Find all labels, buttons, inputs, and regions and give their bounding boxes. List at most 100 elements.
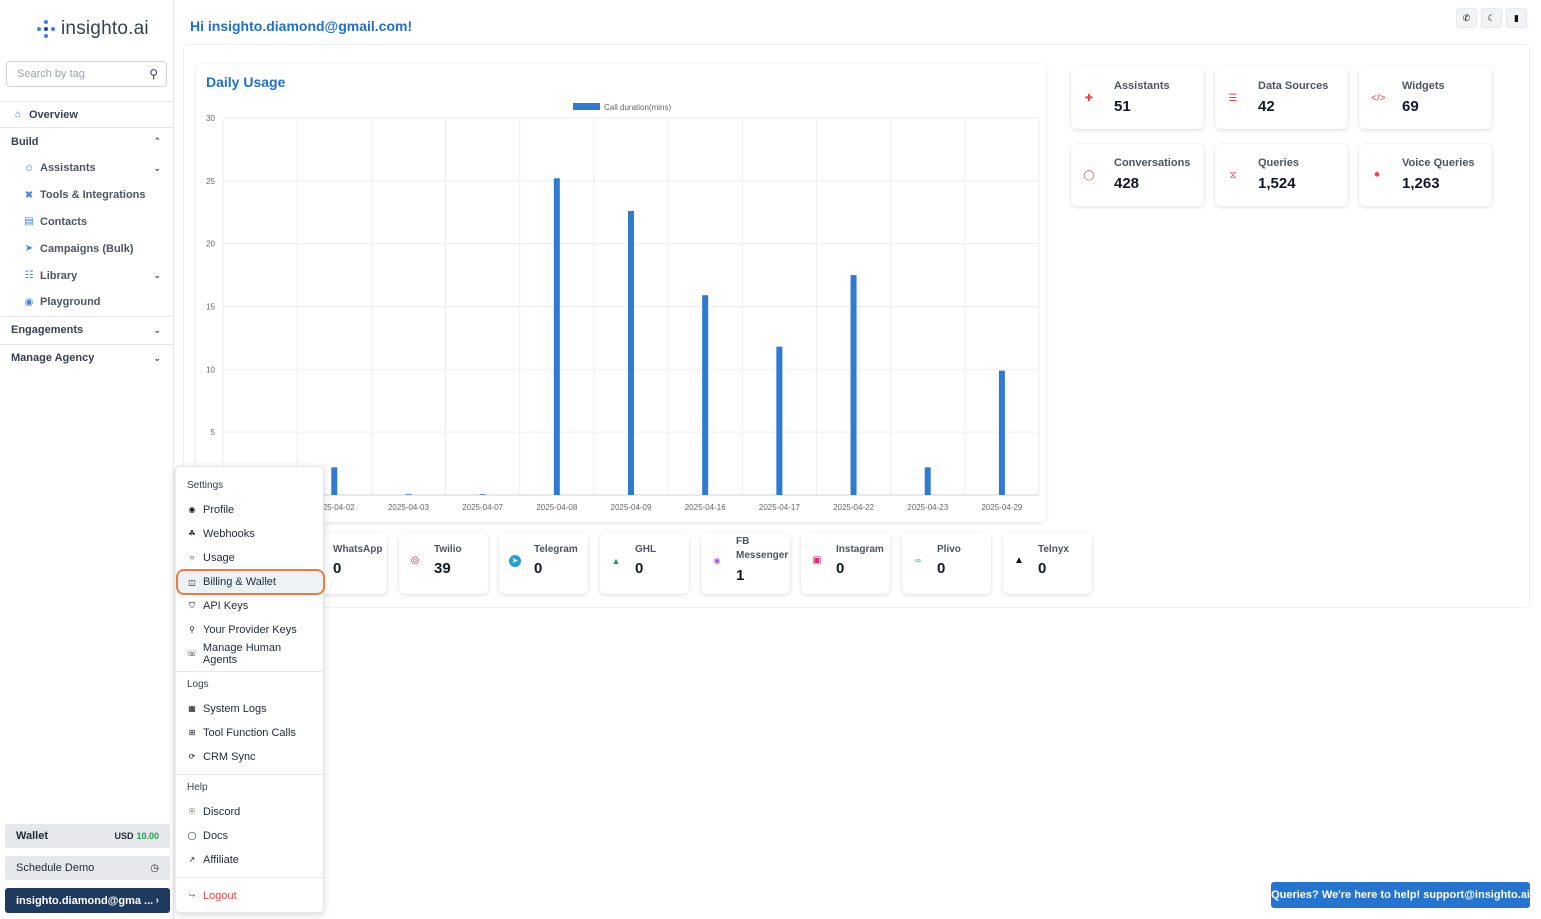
stat-label: Queries — [1258, 157, 1299, 169]
messenger-icon: ◉ — [713, 556, 721, 565]
function-icon: ⊞ — [188, 728, 196, 737]
sidebar-item-library[interactable]: ☷ Library ⌄ — [0, 262, 173, 289]
ghl-icon: ▲ — [611, 556, 621, 566]
clock-icon: ◷ — [150, 862, 159, 874]
y-tick-label: 20 — [206, 240, 215, 249]
menu-item-human-agents[interactable]: ☏ Manage Human Agents — [183, 641, 317, 666]
stat-label: Voice Queries — [1402, 157, 1475, 169]
support-help-button[interactable]: Queries? We're here to help! support@ins… — [1271, 882, 1530, 908]
bar — [331, 467, 338, 495]
sidebar-item-campaigns[interactable]: ➤ Campaigns (Bulk) — [0, 235, 173, 262]
microphone-icon: ⚫ — [1372, 170, 1382, 181]
wallet-label: Wallet — [16, 830, 48, 842]
menu-item-label: CRM Sync — [203, 750, 256, 763]
menu-item-label: Discord — [203, 805, 241, 818]
logo[interactable]: insighto.ai — [37, 18, 149, 40]
menu-item-profile[interactable]: ◉ Profile — [183, 499, 317, 520]
channel-card-plivo[interactable]: ∞ Plivo 0 — [902, 533, 991, 594]
channel-card-instagram[interactable]: ▣ Instagram 0 — [801, 533, 890, 594]
sidebar-item-contacts[interactable]: ▤ Contacts — [0, 209, 173, 236]
moon-icon[interactable]: ☾ — [1481, 8, 1502, 28]
bar — [702, 295, 709, 495]
channel-card-telegram[interactable]: ➤ Telegram 0 — [499, 533, 588, 594]
menu-item-usage[interactable]: ○ Usage — [183, 547, 317, 568]
menu-item-label: API Keys — [203, 599, 249, 612]
menu-item-label: Manage Human Agents — [202, 641, 282, 666]
sidebar-item-tools[interactable]: ✖ Tools & Integrations — [0, 182, 173, 209]
menu-item-logout[interactable]: ↪ Logout — [183, 885, 317, 906]
menu-item-affiliate[interactable]: ↗ Affiliate — [183, 849, 317, 870]
menu-item-discord[interactable]: ☉ Discord — [183, 801, 317, 822]
chevron-down-icon: ⌄ — [153, 162, 161, 173]
key-icon: ⛉ — [189, 600, 195, 610]
channel-card-twilio[interactable]: ◎ Twilio 39 — [399, 533, 488, 594]
sidebar-section-label: Manage Agency — [11, 352, 95, 365]
menu-item-webhooks[interactable]: ☘ Webhooks — [183, 523, 317, 544]
channel-card-telnyx[interactable]: ▲ Telnyx 0 — [1003, 533, 1092, 594]
sidebar-section-manage-agency[interactable]: Manage Agency ⌄ — [0, 345, 173, 372]
sidebar-item-assistants[interactable]: ☺ Assistants ⌄ — [0, 155, 173, 182]
user-email: insighto.diamond@gma ... — [16, 894, 154, 907]
system-log-icon: ▦ — [188, 704, 196, 713]
chevron-down-icon: ⌄ — [153, 270, 161, 281]
menu-item-api-keys[interactable]: ⛉ API Keys — [183, 595, 317, 616]
instagram-icon: ▣ — [812, 555, 822, 566]
usage-icon: ○ — [189, 553, 195, 562]
stat-card-assistants[interactable]: ✚ Assistants 51 — [1071, 67, 1204, 129]
search-input[interactable] — [17, 68, 137, 80]
library-icon: ☷ — [24, 270, 34, 282]
phone-icon[interactable]: ✆ — [1456, 8, 1477, 28]
channel-label: Telnyx — [1038, 544, 1069, 555]
gamepad-icon: ◉ — [24, 296, 34, 308]
stat-card-voice-queries[interactable]: ⚫ Voice Queries 1,263 — [1359, 144, 1492, 206]
menu-item-label: Affiliate — [203, 853, 239, 866]
wallet-panel[interactable]: Wallet USD 10.00 — [5, 824, 170, 848]
sync-icon: ⟳ — [188, 752, 196, 761]
menu-item-label: Webhooks — [203, 527, 255, 540]
schedule-demo-button[interactable]: Schedule Demo ◷ — [5, 856, 170, 880]
headset-icon: ☏ — [186, 649, 197, 658]
stat-card-queries[interactable]: ⧖ Queries 1,524 — [1215, 144, 1348, 206]
stat-label: Conversations — [1114, 157, 1191, 169]
channel-card-ghl[interactable]: ▲ GHL 0 — [600, 533, 689, 594]
chevron-right-icon: › — [155, 895, 159, 906]
search-box: ⚲ — [6, 61, 167, 87]
menu-section-settings: Settings — [187, 480, 224, 491]
menu-item-billing-wallet[interactable]: ◫ Billing & Wallet — [176, 569, 325, 595]
profile-icon: ◉ — [188, 505, 196, 514]
user-menu-button[interactable]: insighto.diamond@gma ... › — [5, 888, 170, 913]
help-book-icon[interactable]: ▮ — [1506, 8, 1527, 28]
sidebar: insighto.ai ⚲ ⌂ Overview Build ⌃ ☺ Assis… — [0, 0, 174, 919]
sidebar-item-overview[interactable]: ⌂ Overview — [0, 101, 173, 128]
sidebar-item-label: Library — [40, 269, 78, 282]
channel-card-fb-messenger[interactable]: ◉ FB Messenger 1 — [701, 533, 790, 594]
sidebar-section-build[interactable]: Build ⌃ — [0, 128, 173, 155]
header-actions: ✆ ☾ ▮ — [1456, 8, 1527, 28]
menu-divider — [176, 877, 323, 878]
telegram-icon: ➤ — [509, 555, 521, 567]
menu-item-provider-keys[interactable]: ⚲ Your Provider Keys — [183, 619, 317, 640]
channel-label: Plivo — [937, 544, 961, 555]
sidebar-nav: ⌂ Overview Build ⌃ ☺ Assistants ⌄ ✖ Tool… — [0, 101, 173, 372]
menu-item-crm-sync[interactable]: ⟳ CRM Sync — [183, 746, 317, 767]
menu-item-tool-function-calls[interactable]: ⊞ Tool Function Calls — [183, 722, 317, 743]
stat-card-data-sources[interactable]: ☰ Data Sources 42 — [1215, 67, 1348, 129]
sidebar-item-playground[interactable]: ◉ Playground — [0, 289, 173, 317]
menu-item-docs[interactable]: ◯ Docs — [183, 825, 317, 846]
stat-card-conversations[interactable]: ◯ Conversations 428 — [1071, 144, 1204, 206]
channel-value: 0 — [836, 560, 845, 577]
search-icon[interactable]: ⚲ — [149, 67, 158, 81]
sidebar-section-engagements[interactable]: Engagements ⌄ — [0, 317, 173, 345]
menu-item-label: Profile — [203, 503, 235, 516]
menu-section-logs: Logs — [187, 679, 209, 690]
stat-card-widgets[interactable]: </> Widgets 69 — [1359, 67, 1492, 129]
y-tick-label: 25 — [206, 177, 215, 186]
sidebar-section-label: Build — [11, 135, 39, 148]
sidebar-item-label: Tools & Integrations — [40, 189, 146, 202]
x-tick-label: 2025-04-16 — [685, 503, 726, 512]
menu-item-system-logs[interactable]: ▦ System Logs — [183, 698, 317, 719]
y-tick-label: 15 — [206, 303, 215, 312]
channel-label: Twilio — [434, 544, 462, 555]
sidebar-item-label: Assistants — [40, 162, 96, 175]
menu-item-label: Usage — [203, 551, 235, 564]
